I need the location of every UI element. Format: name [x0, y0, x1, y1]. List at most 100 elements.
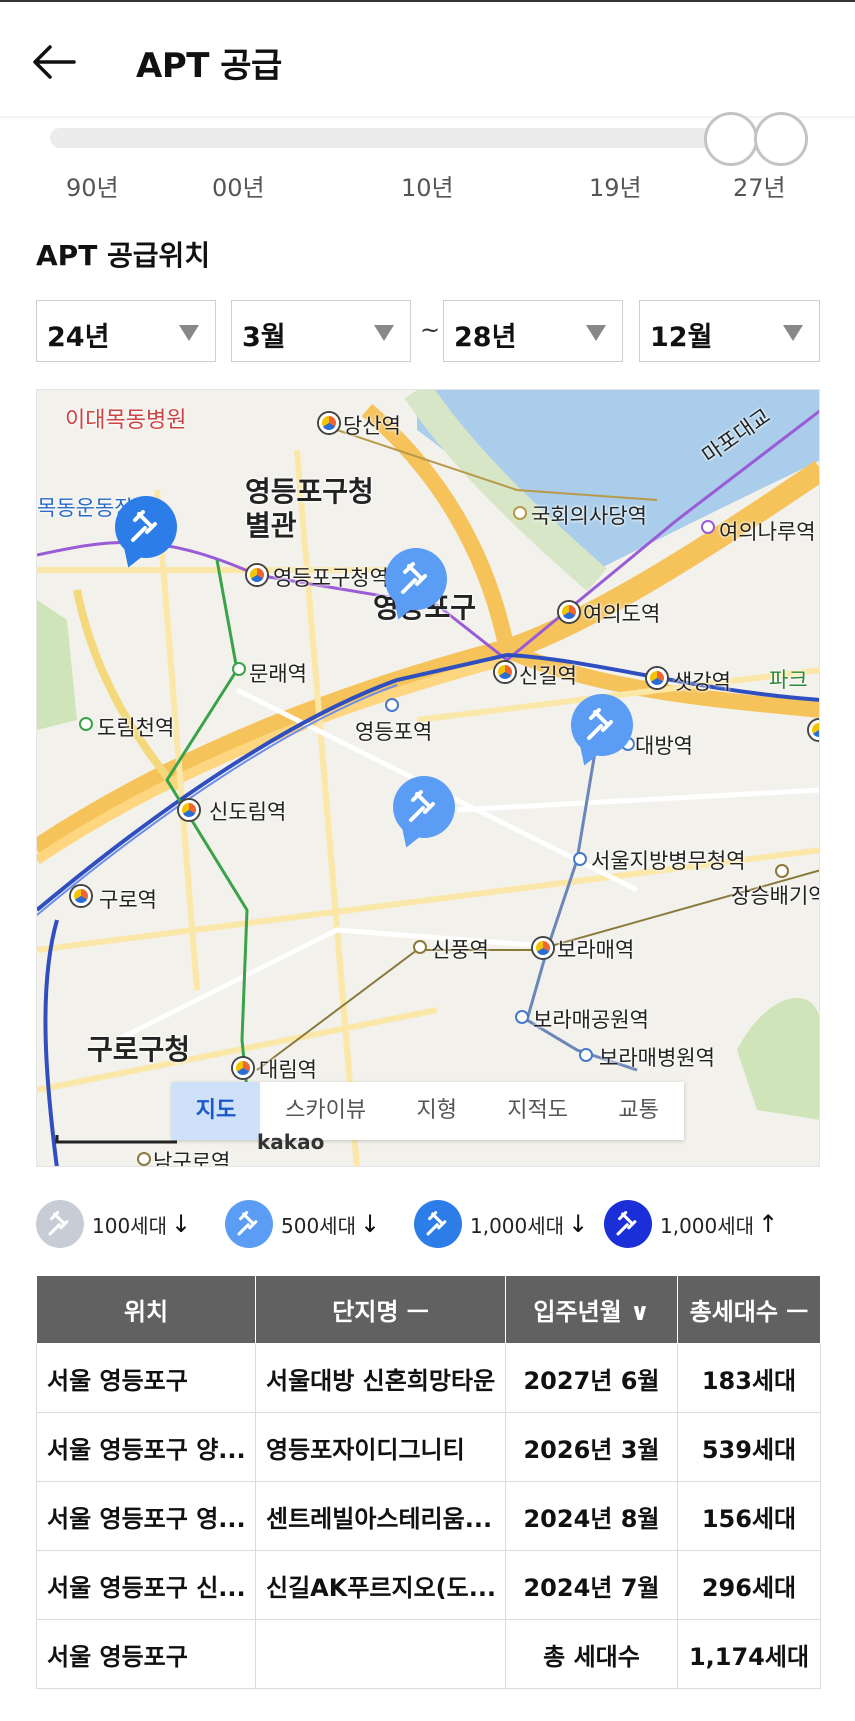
column-header-complex[interactable]: 단지명 ㅡ — [255, 1275, 506, 1344]
map-label: 대림역 — [259, 1058, 317, 1082]
station-marker — [701, 520, 715, 534]
apt-supply-pin[interactable] — [393, 776, 455, 838]
gavel-icon — [401, 562, 427, 594]
range-separator: ~ — [420, 316, 441, 344]
station-marker — [647, 668, 667, 688]
supply-table: 위치 단지명 ㅡ 입주년월 ∨ 총세대수 ㅡ 서울 영등포구 서울대방 신혼희망… — [36, 1275, 821, 1689]
apt-supply-pin[interactable] — [115, 496, 177, 558]
cell-complex: 신길AK푸르지오(도... — [255, 1550, 506, 1620]
total-value: 1,174세대 — [677, 1619, 821, 1689]
cell-households: 183세대 — [677, 1343, 821, 1413]
dropdown-arrow-icon — [586, 325, 606, 341]
station-marker — [559, 602, 579, 622]
table-header-row: 위치 단지명 ㅡ 입주년월 ∨ 총세대수 ㅡ — [36, 1275, 821, 1344]
legend-label: 1,000세대 — [660, 1213, 755, 1238]
start-month-select[interactable]: 3월 — [231, 300, 411, 362]
table-row[interactable]: 서울 영등포구 서울대방 신혼희망타운 2027년 6월 183세대 — [36, 1343, 821, 1413]
year-range-slider[interactable] — [50, 112, 810, 166]
start-year-select[interactable]: 24년 — [36, 300, 216, 362]
map-label: 영등포구청역 — [273, 566, 389, 590]
station-marker — [233, 1058, 253, 1078]
gavel-icon — [409, 790, 435, 822]
slider-end-handle[interactable] — [754, 112, 808, 166]
gavel-icon — [225, 1200, 273, 1248]
end-year-value: 28년 — [454, 322, 517, 353]
map-label: 여의나루역 — [719, 520, 816, 544]
map-label: 당산역 — [343, 414, 401, 438]
cell-households: 156세대 — [677, 1481, 821, 1551]
app-header: APT 공급 — [0, 0, 855, 118]
slider-tick: 90년 — [66, 174, 119, 202]
tab-terrain[interactable]: 지형 — [391, 1082, 482, 1140]
cell-move-in: 2024년 7월 — [505, 1550, 678, 1620]
apt-supply-pin[interactable] — [385, 548, 447, 610]
slider-tick: 27년 — [733, 174, 786, 202]
map-label: 대방역 — [635, 734, 693, 758]
gavel-icon — [36, 1200, 84, 1248]
cell-households: 539세대 — [677, 1412, 821, 1482]
map-label: 파크 — [769, 668, 808, 692]
legend-label: 1,000세대 — [470, 1213, 565, 1238]
gavel-icon — [414, 1200, 462, 1248]
legend-item: 500세대 ↓ — [225, 1196, 380, 1252]
cell-complex: 센트레빌아스테리움... — [255, 1481, 506, 1551]
legend-arrow: ↓ — [170, 1210, 192, 1238]
table-row[interactable]: 서울 영등포구 양... 영등포자이디그니티 2026년 3월 539세대 — [36, 1412, 821, 1482]
cell-move-in: 2026년 3월 — [505, 1412, 678, 1482]
kakao-logo: kakao — [257, 1130, 325, 1154]
legend-arrow: ↑ — [758, 1210, 779, 1238]
tab-map[interactable]: 지도 — [172, 1082, 260, 1140]
station-marker — [579, 1048, 593, 1062]
column-header-move-in[interactable]: 입주년월 ∨ — [505, 1275, 678, 1344]
cell-complex: 영등포자이디그니티 — [255, 1412, 506, 1482]
map-label: 보라매역 — [557, 938, 635, 962]
gavel-icon — [587, 708, 613, 740]
map-label: 구로역 — [99, 888, 157, 912]
slider-track[interactable] — [50, 128, 750, 148]
map-label: 구로구청 — [87, 1033, 191, 1066]
slider-tick: 10년 — [401, 174, 454, 202]
cell-location: 서울 영등포구 영... — [36, 1481, 256, 1551]
back-button[interactable] — [30, 38, 86, 86]
station-marker — [137, 1152, 151, 1166]
map-label: 보라매공원역 — [533, 1008, 649, 1032]
legend-item: 1,000세대 ↑ — [604, 1196, 778, 1252]
map-label: 남구로역 — [153, 1150, 231, 1167]
start-month-value: 3월 — [242, 322, 286, 353]
map-label: 영등포역 — [355, 720, 433, 744]
cell-location: 서울 영등포구 신... — [36, 1550, 256, 1620]
station-marker — [413, 940, 427, 954]
slider-start-handle[interactable] — [704, 112, 758, 166]
station-marker — [385, 698, 399, 712]
map-label: 여의도역 — [583, 602, 661, 626]
legend-item: 100세대 ↓ — [36, 1196, 191, 1252]
map-label: 신풍역 — [431, 938, 489, 962]
map-label: 보라매병원역 — [599, 1046, 715, 1070]
map-view[interactable]: 이대목동병원 당산역 마포대교 영등포구청 별관 국회의사당역 여의나루역 목동… — [36, 389, 820, 1167]
column-header-location[interactable]: 위치 — [36, 1275, 256, 1344]
dropdown-arrow-icon — [374, 325, 394, 341]
end-month-select[interactable]: 12월 — [639, 300, 820, 362]
table-row[interactable]: 서울 영등포구 영... 센트레빌아스테리움... 2024년 8월 156세대 — [36, 1481, 821, 1551]
cell-location: 서울 영등포구 양... — [36, 1412, 256, 1482]
station-marker — [71, 886, 91, 906]
map-type-tabs: 지도 스카이뷰 지형 지적도 교통 — [172, 1082, 684, 1140]
end-month-value: 12월 — [650, 322, 713, 353]
map-label: 별관 — [245, 509, 297, 542]
tab-traffic[interactable]: 교통 — [593, 1082, 684, 1140]
cell-complex: 서울대방 신혼희망타운 — [255, 1343, 506, 1413]
end-year-select[interactable]: 28년 — [443, 300, 623, 362]
station-marker — [179, 800, 199, 820]
slider-tick: 19년 — [589, 174, 642, 202]
apt-supply-pin[interactable] — [571, 694, 633, 756]
gavel-icon — [604, 1200, 652, 1248]
station-marker — [247, 565, 267, 585]
map-label: 신길역 — [519, 664, 577, 688]
map-label: 샛강역 — [673, 670, 731, 694]
table-row[interactable]: 서울 영등포구 신... 신길AK푸르지오(도... 2024년 7월 296세… — [36, 1550, 821, 1620]
map-label: 국회의사당역 — [531, 504, 647, 528]
tab-cadastral[interactable]: 지적도 — [482, 1082, 593, 1140]
station-marker — [495, 662, 515, 682]
gavel-icon — [131, 510, 157, 542]
column-header-households[interactable]: 총세대수 ㅡ — [677, 1275, 821, 1344]
